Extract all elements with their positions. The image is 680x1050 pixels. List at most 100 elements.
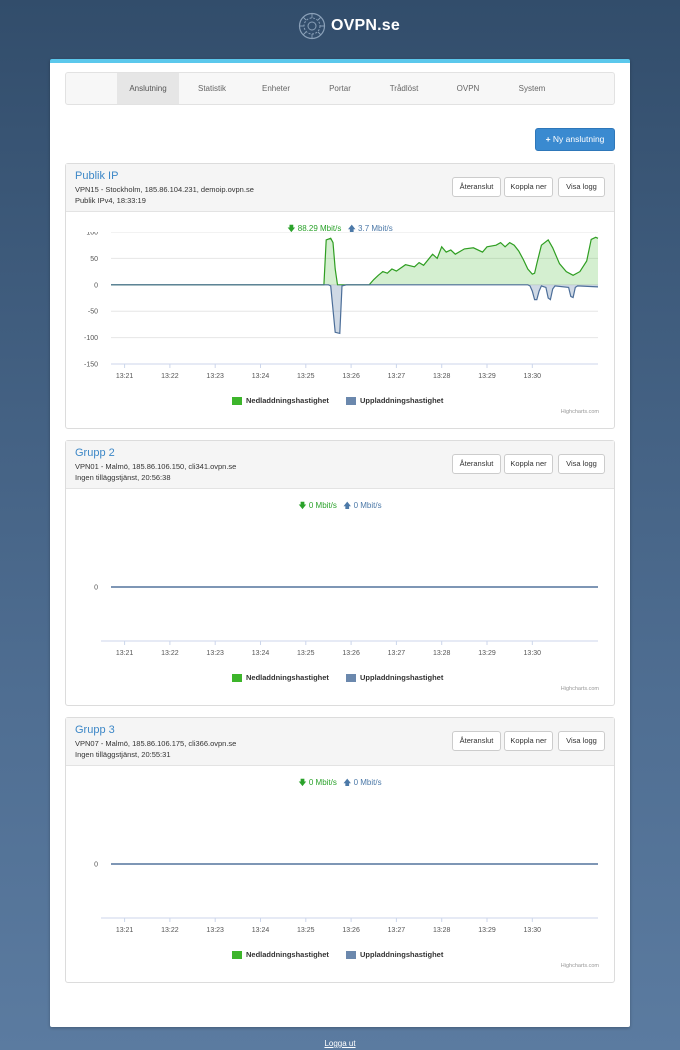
legend-upload[interactable]: Uppladdningshastighet	[346, 396, 443, 405]
upload-series-area	[111, 284, 598, 334]
connection-title[interactable]: Grupp 2	[75, 447, 115, 459]
chart-credits[interactable]: Highcharts.com	[561, 409, 599, 415]
y-tick-label: 0	[94, 862, 98, 869]
tab-statistik[interactable]: Statistik	[181, 73, 243, 104]
connection-title[interactable]: Grupp 3	[75, 724, 115, 736]
top-header: OVPN.se	[0, 0, 680, 58]
x-tick-label: 13:25	[297, 650, 315, 657]
download-series-area	[111, 237, 598, 285]
legend-label: Uppladdningshastighet	[360, 396, 444, 405]
connection-ip-info: Ingen tilläggstjänst, 20:55:31	[75, 750, 171, 759]
legend-label: Nedladdningshastighet	[246, 673, 329, 682]
chart-legend: Nedladdningshastighet Uppladdningshastig…	[66, 950, 614, 962]
x-tick-label: 13:26	[342, 373, 360, 380]
disconnect-button[interactable]: Koppla ner	[504, 731, 553, 751]
show-log-button[interactable]: Visa logg	[558, 731, 605, 751]
connection-server-info: VPN15 - Stockholm, 185.86.104.231, demoi…	[75, 185, 254, 194]
reconnect-button[interactable]: Återanslut	[452, 454, 501, 474]
legend-download[interactable]: Nedladdningshastighet	[232, 673, 329, 682]
x-tick-label: 13:28	[433, 650, 451, 657]
x-tick-label: 13:24	[252, 650, 270, 657]
chart-credits[interactable]: Highcharts.com	[561, 686, 599, 692]
y-tick-label: -100	[84, 335, 98, 342]
show-log-button[interactable]: Visa logg	[558, 454, 605, 474]
traffic-chart: 0 13:21 13:22 13:23 13:24 13:25 13:26 13:27 13:2…	[94, 862, 598, 934]
tab-anslutning[interactable]: Anslutning	[117, 73, 179, 104]
x-tick-label: 13:28	[433, 373, 451, 380]
x-tick-label: 13:23	[206, 373, 224, 380]
legend-swatch	[346, 673, 356, 682]
main-nav: Anslutning Statistik Enheter Portar Tråd…	[65, 72, 615, 105]
x-tick-label: 13:27	[388, 373, 406, 380]
x-tick-label: 13:28	[433, 927, 451, 934]
connection-title[interactable]: Publik IP	[75, 170, 118, 182]
x-tick-label: 13:30	[524, 650, 542, 657]
connection-server-info: VPN01 - Malmö, 185.86.106.150, cli341.ov…	[75, 462, 237, 471]
connection-panel-grupp-3: Grupp 3 VPN07 - Malmö, 185.86.106.175, c…	[65, 717, 615, 983]
legend-swatch	[346, 950, 356, 959]
connection-ip-info: Publik IPv4, 18:33:19	[75, 196, 146, 205]
x-tick-label: 13:25	[297, 927, 315, 934]
y-tick-label: 0	[94, 585, 98, 592]
panel-header: Grupp 3 VPN07 - Malmö, 185.86.106.175, c…	[66, 718, 614, 766]
tab-system[interactable]: System	[501, 73, 563, 104]
traffic-chart: 0 13:21 13:22 13:23 13:24 13:25 13:26 13:27 13:2…	[94, 585, 598, 657]
x-tick-label: 13:29	[478, 927, 496, 934]
x-tick-label: 13:21	[116, 650, 134, 657]
brand-emblem-icon	[298, 12, 326, 40]
legend-download[interactable]: Nedladdningshastighet	[232, 396, 329, 405]
panel-header: Publik IP VPN15 - Stockholm, 185.86.104.…	[66, 164, 614, 212]
x-tick-label: 13:30	[524, 927, 542, 934]
x-tick-label: 13:26	[342, 650, 360, 657]
x-tick-label: 13:25	[297, 373, 315, 380]
main-card: Anslutning Statistik Enheter Portar Tråd…	[50, 59, 630, 1027]
y-tick-label: -150	[84, 362, 98, 369]
tab-enheter[interactable]: Enheter	[245, 73, 307, 104]
tab-tradlost[interactable]: Trådlöst	[373, 73, 435, 104]
x-tick-label: 13:22	[161, 650, 179, 657]
x-tick-label: 13:29	[478, 373, 496, 380]
chart-legend: Nedladdningshastighet Uppladdningshastig…	[66, 396, 614, 408]
y-tick-label: 100	[86, 232, 98, 237]
x-tick-label: 13:22	[161, 373, 179, 380]
plus-icon: +	[545, 134, 551, 144]
disconnect-button[interactable]: Koppla ner	[504, 177, 553, 197]
x-tick-label: 13:24	[252, 373, 270, 380]
panel-header: Grupp 2 VPN01 - Malmö, 185.86.106.150, c…	[66, 441, 614, 489]
y-tick-label: 0	[94, 282, 98, 289]
legend-download[interactable]: Nedladdningshastighet	[232, 950, 329, 959]
x-tick-label: 13:29	[478, 650, 496, 657]
reconnect-button[interactable]: Återanslut	[452, 731, 501, 751]
new-connection-button[interactable]: + Ny anslutning	[535, 128, 615, 151]
x-tick-label: 13:30	[524, 373, 542, 380]
y-tick-label: -50	[88, 309, 98, 316]
legend-upload[interactable]: Uppladdningshastighet	[346, 950, 443, 959]
legend-swatch	[346, 396, 356, 405]
x-tick-label: 13:24	[252, 927, 270, 934]
tab-ovpn[interactable]: OVPN	[437, 73, 499, 104]
disconnect-button[interactable]: Koppla ner	[504, 454, 553, 474]
chart-credits[interactable]: Highcharts.com	[561, 963, 599, 969]
y-tick-label: 50	[90, 256, 98, 263]
x-tick-label: 13:21	[116, 927, 134, 934]
legend-label: Uppladdningshastighet	[360, 673, 444, 682]
x-tick-label: 13:22	[161, 927, 179, 934]
show-log-button[interactable]: Visa logg	[558, 177, 605, 197]
legend-swatch	[232, 673, 242, 682]
x-tick-label: 13:21	[116, 373, 134, 380]
upload-series-line	[111, 284, 599, 335]
x-tick-label: 13:26	[342, 927, 360, 934]
legend-swatch	[232, 396, 242, 405]
new-connection-label: Ny anslutning	[552, 134, 605, 144]
logout-link[interactable]: Logga ut	[0, 1039, 680, 1048]
legend-upload[interactable]: Uppladdningshastighet	[346, 673, 443, 682]
tab-portar[interactable]: Portar	[309, 73, 371, 104]
traffic-chart: 100 50 0 -50 -100 -150 13:21 13:22 13:23 13:24 13:…	[84, 232, 599, 380]
reconnect-button[interactable]: Återanslut	[452, 177, 501, 197]
x-tick-label: 13:27	[388, 927, 406, 934]
x-tick-label: 13:27	[388, 650, 406, 657]
brand-logo[interactable]: OVPN.se	[298, 12, 400, 40]
connection-server-info: VPN07 - Malmö, 185.86.106.175, cli366.ov…	[75, 739, 237, 748]
legend-label: Nedladdningshastighet	[246, 950, 329, 959]
legend-label: Uppladdningshastighet	[360, 950, 444, 959]
